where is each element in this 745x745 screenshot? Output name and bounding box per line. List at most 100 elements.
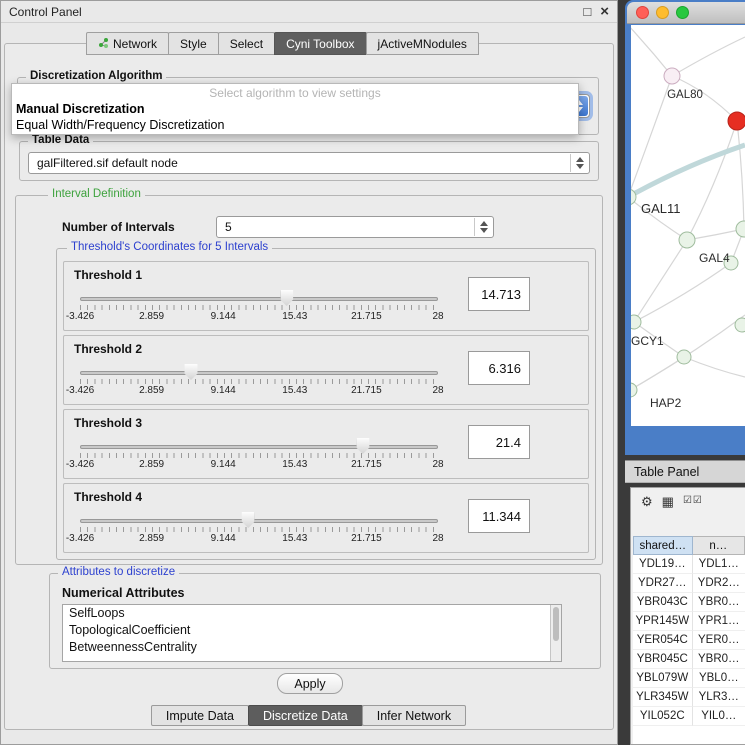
dropdown-option-manual-discretization[interactable]: Manual Discretization (12, 101, 578, 117)
table-row[interactable]: YER054C YER0… (633, 631, 745, 650)
tab-infer-network[interactable]: Infer Network (362, 705, 466, 726)
scale-tick-label: 21.715 (351, 385, 382, 396)
network-canvas[interactable]: GAL80GAL11GAL4GCY1HAP2 (631, 25, 745, 426)
network-edge-thick[interactable] (631, 145, 745, 197)
slider-thumb[interactable] (242, 512, 255, 528)
slider-thumb[interactable] (184, 364, 197, 380)
threshold-value-field[interactable]: 6.316 (468, 351, 530, 385)
combo-stepper-icon[interactable] (474, 218, 492, 236)
table-row[interactable]: YIL052C YIL0… (633, 707, 745, 726)
scale-tick-label: 28 (432, 459, 443, 470)
select-columns-checkboxes-icon[interactable]: ☑☑ (683, 496, 703, 506)
network-edge[interactable] (687, 121, 737, 240)
slider-scale: -3.4262.8599.14415.4321.71528 (80, 459, 438, 471)
tab-network[interactable]: Network (86, 32, 169, 55)
attribute-list-item[interactable]: BetweennessCentrality (63, 639, 561, 656)
close-window-button[interactable]: × (600, 4, 609, 19)
tab-style[interactable]: Style (168, 32, 219, 55)
attribute-list-item[interactable]: TopologicalCoefficient (63, 622, 561, 639)
scale-tick-label: 15.43 (282, 311, 307, 322)
group-label: Interval Definition (48, 188, 145, 200)
columns-icon[interactable]: ▦ (662, 495, 674, 508)
network-edge[interactable] (684, 357, 745, 377)
dropdown-option-equal-width-frequency[interactable]: Equal Width/Frequency Discretization (12, 117, 578, 133)
listbox-scrollbar[interactable] (550, 605, 561, 661)
scale-tick-label: -3.426 (66, 459, 94, 470)
column-header-shared-name[interactable]: shared… (633, 536, 693, 555)
scale-tick-label: 2.859 (139, 311, 164, 322)
gear-icon[interactable]: ⚙ (641, 495, 653, 508)
table-cell: YBL079W (633, 669, 693, 688)
network-node-green[interactable] (736, 221, 745, 237)
network-node-green[interactable] (677, 350, 691, 364)
number-of-intervals-combobox[interactable]: 5 (216, 216, 494, 238)
table-panel-window: ⚙ ▦ ☑☑ shared… n… YDL19… YDL1… YDR27… YD… (630, 487, 745, 745)
tab-impute-data[interactable]: Impute Data (151, 705, 249, 726)
network-icon (98, 37, 109, 51)
table-row[interactable]: YBR045C YBR0… (633, 650, 745, 669)
threshold-slider[interactable]: -3.4262.8599.14415.4321.71528 (80, 290, 438, 326)
table-data-combobox[interactable]: galFiltered.sif default node (28, 152, 590, 174)
slider-scale: -3.4262.8599.14415.4321.71528 (80, 533, 438, 545)
numerical-attributes-listbox[interactable]: SelfLoopsTopologicalCoefficientBetweenne… (62, 604, 562, 662)
table-row[interactable]: YBL079W YBL0… (633, 669, 745, 688)
zoom-traffic-light[interactable] (676, 6, 689, 19)
threshold-slider[interactable]: -3.4262.8599.14415.4321.71528 (80, 438, 438, 474)
threshold-label: Threshold 4 (74, 490, 142, 504)
slider-scale: -3.4262.8599.14415.4321.71528 (80, 385, 438, 397)
column-header-name[interactable]: n… (693, 536, 745, 555)
cyni-bottom-tabs: Impute Data Discretize Data Infer Networ… (1, 705, 617, 726)
network-node-green[interactable] (735, 318, 745, 332)
network-node-green[interactable] (679, 232, 695, 248)
network-view-window: GAL80GAL11GAL4GCY1HAP2 (625, 0, 745, 455)
table-cell: YER0… (693, 631, 745, 650)
control-panel-tabs: Network Style Select Cyni Toolbox jActiv… (87, 32, 479, 55)
float-window-button[interactable]: □ (583, 5, 591, 18)
network-node-pink[interactable] (664, 68, 680, 84)
combo-selected-value: 5 (225, 220, 232, 234)
threshold-value-field[interactable]: 14.713 (468, 277, 530, 311)
tab-jactivemnodules[interactable]: jActiveMNodules (366, 32, 479, 55)
threshold-slider[interactable]: -3.4262.8599.14415.4321.71528 (80, 364, 438, 400)
network-edge[interactable] (737, 121, 744, 229)
table-row[interactable]: YPR145W YPR1… (633, 612, 745, 631)
tab-label: Style (180, 37, 207, 51)
threshold-value-field[interactable]: 11.344 (468, 499, 530, 533)
network-edge[interactable] (634, 240, 687, 322)
tab-cyni-toolbox[interactable]: Cyni Toolbox (274, 32, 366, 55)
slider-ticks (80, 527, 438, 532)
tab-label: Cyni Toolbox (286, 37, 354, 51)
network-node-green[interactable] (631, 315, 641, 329)
minimize-traffic-light[interactable] (656, 6, 669, 19)
network-window-titlebar[interactable] (627, 2, 745, 24)
slider-thumb[interactable] (280, 290, 293, 306)
network-edge[interactable] (634, 263, 731, 322)
slider-thumb[interactable] (356, 438, 369, 454)
table-row[interactable]: YBR043C YBR0… (633, 593, 745, 612)
number-of-intervals-label: Number of Intervals (62, 220, 175, 234)
combo-stepper-icon[interactable] (570, 154, 588, 172)
desktop: Control Panel □ × Network Style Select (0, 0, 745, 745)
table-row[interactable]: YLR345W YLR3… (633, 688, 745, 707)
tab-select[interactable]: Select (218, 32, 275, 55)
network-node-green[interactable] (631, 383, 637, 397)
table-cell: YPR145W (633, 612, 693, 631)
threshold-slider[interactable]: -3.4262.8599.14415.4321.71528 (80, 512, 438, 548)
network-edge[interactable] (672, 37, 745, 76)
table-row[interactable]: YDR27… YDR2… (633, 574, 745, 593)
table-row[interactable]: YDL19… YDL1… (633, 555, 745, 574)
network-edge[interactable] (687, 229, 744, 240)
close-traffic-light[interactable] (636, 6, 649, 19)
scale-tick-label: -3.426 (66, 311, 94, 322)
attribute-list-item[interactable]: SelfLoops (63, 605, 561, 622)
table-cell: YDR27… (633, 574, 693, 593)
apply-button[interactable]: Apply (277, 673, 343, 694)
network-graph[interactable]: GAL80GAL11GAL4GCY1HAP2 (631, 25, 745, 426)
scale-tick-label: -3.426 (66, 385, 94, 396)
threshold-value-field[interactable]: 21.4 (468, 425, 530, 459)
network-edge[interactable] (631, 25, 672, 76)
network-node-label: GAL4 (699, 251, 730, 265)
network-node-red[interactable] (728, 112, 745, 130)
tab-discretize-data[interactable]: Discretize Data (248, 705, 363, 726)
scrollbar-thumb[interactable] (553, 607, 559, 641)
